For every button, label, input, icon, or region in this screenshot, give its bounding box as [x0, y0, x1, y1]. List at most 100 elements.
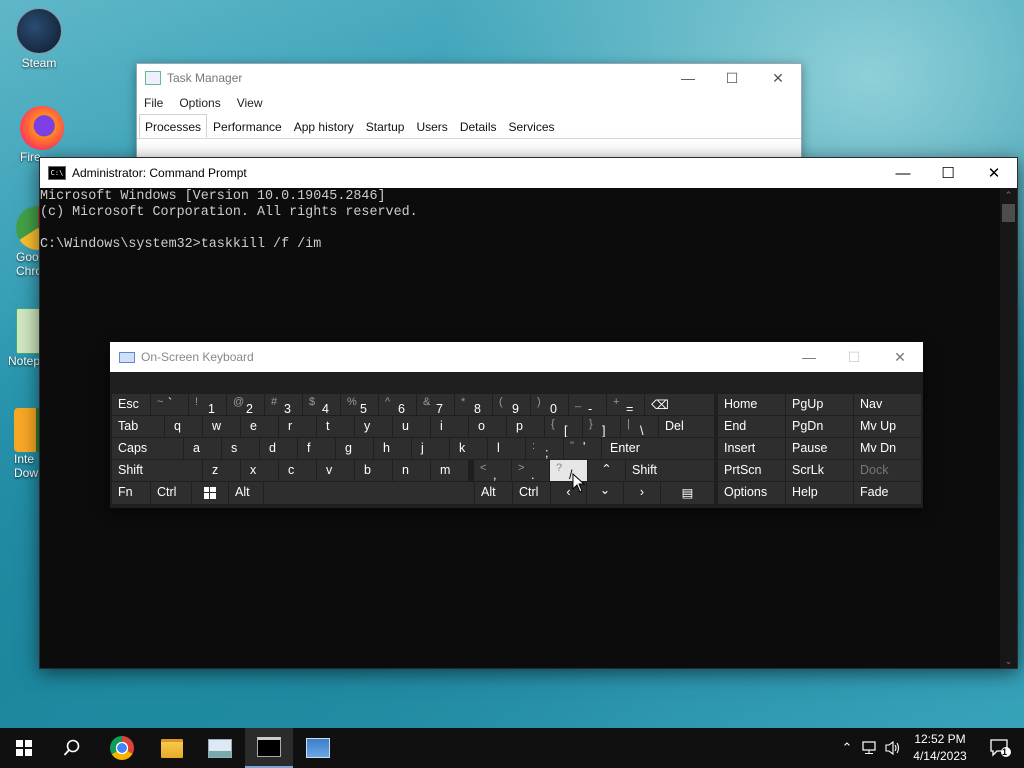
key-arrow-up[interactable]: ⌃	[588, 460, 625, 481]
key-insert[interactable]: Insert	[718, 438, 785, 459]
key-b[interactable]: b	[355, 460, 392, 481]
key-y[interactable]: y	[355, 416, 392, 437]
key-menu[interactable]: ▤	[661, 482, 714, 504]
key-n[interactable]: n	[393, 460, 430, 481]
minimize-button[interactable]: —	[786, 342, 832, 372]
action-center-button[interactable]: 1	[976, 728, 1024, 768]
volume-icon[interactable]	[884, 740, 902, 756]
key-mv-up[interactable]: Mv Up	[854, 416, 921, 437]
search-button[interactable]	[48, 728, 96, 768]
key-semicolon[interactable]: :;	[526, 438, 563, 459]
key-ctrl-right[interactable]: Ctrl	[513, 482, 550, 504]
command-prompt-titlebar[interactable]: C:\ Administrator: Command Prompt	[40, 158, 1017, 188]
key-2[interactable]: @2	[227, 394, 264, 415]
key-p[interactable]: p	[507, 416, 544, 437]
key-8[interactable]: * 8	[455, 394, 492, 415]
maximize-button[interactable]: ☐	[709, 64, 755, 92]
close-button[interactable]: ✕	[755, 64, 801, 92]
key-m[interactable]: m	[431, 460, 468, 481]
key-r[interactable]: r	[279, 416, 316, 437]
key-right-bracket[interactable]: }]	[583, 416, 620, 437]
console-prompt-line[interactable]: C:\Windows\system32>taskkill /f /im	[40, 237, 1000, 253]
key-fade[interactable]: Fade	[854, 482, 921, 504]
key-prtscn[interactable]: PrtScn	[718, 460, 785, 481]
key-0[interactable]: ) 0	[531, 394, 568, 415]
key-caps[interactable]: Caps	[112, 438, 183, 459]
key-i[interactable]: i	[431, 416, 468, 437]
key-w[interactable]: w	[203, 416, 240, 437]
key-ctrl-left[interactable]: Ctrl	[151, 482, 191, 504]
taskbar-task-manager[interactable]	[196, 728, 244, 768]
key-comma[interactable]: <,	[474, 460, 511, 481]
taskbar-chrome[interactable]	[98, 728, 146, 768]
key-backspace[interactable]: ⌫	[645, 394, 714, 415]
tab-users[interactable]: Users	[410, 114, 453, 138]
task-manager-window[interactable]: Task Manager — ☐ ✕ File Options View Pro…	[136, 63, 802, 165]
chevron-up-icon[interactable]: ⌃	[838, 740, 856, 756]
scroll-down-icon[interactable]: ⌄	[1000, 654, 1017, 668]
menu-options[interactable]: Options	[179, 96, 220, 110]
key-z[interactable]: z	[203, 460, 240, 481]
key-pgdn[interactable]: PgDn	[786, 416, 853, 437]
key-shift-left[interactable]: Shift	[112, 460, 202, 481]
key-options[interactable]: Options	[718, 482, 785, 504]
key-nav[interactable]: Nav	[854, 394, 921, 415]
tab-performance[interactable]: Performance	[207, 114, 288, 138]
key-quote[interactable]: " '	[564, 438, 601, 459]
key-o[interactable]: o	[469, 416, 506, 437]
key-left-bracket[interactable]: {[	[545, 416, 582, 437]
key-fn[interactable]: Fn	[112, 482, 150, 504]
key-mv-dn[interactable]: Mv Dn	[854, 438, 921, 459]
key-3[interactable]: #3	[265, 394, 302, 415]
key-esc[interactable]: Esc	[112, 394, 150, 415]
start-button[interactable]	[0, 728, 48, 768]
key-arrow-down[interactable]: ⌄	[587, 482, 623, 504]
key-backslash[interactable]: | \	[621, 416, 658, 437]
key-j[interactable]: j	[412, 438, 449, 459]
minimize-button[interactable]: —	[880, 158, 926, 188]
key-6[interactable]: ^ 6	[379, 394, 416, 415]
key-h[interactable]: h	[374, 438, 411, 459]
scrollbar-thumb[interactable]	[1002, 204, 1015, 222]
desktop-icon-notepad[interactable]: Notep	[8, 308, 42, 368]
key-windows[interactable]	[192, 482, 228, 504]
key-9[interactable]: (9	[493, 394, 530, 415]
key-shift-right[interactable]: Shift	[626, 460, 714, 481]
console-scrollbar[interactable]: ⌃ ⌄	[1000, 188, 1017, 668]
desktop-icon-firefox[interactable]: Fire	[20, 106, 80, 164]
tab-services[interactable]: Services	[503, 114, 561, 138]
taskbar-file-explorer[interactable]	[148, 728, 196, 768]
scroll-up-icon[interactable]: ⌃	[1000, 188, 1017, 202]
key-a[interactable]: a	[184, 438, 221, 459]
taskbar-on-screen-keyboard[interactable]	[294, 728, 342, 768]
key-e[interactable]: e	[241, 416, 278, 437]
minimize-button[interactable]: —	[665, 64, 711, 92]
key-tab[interactable]: Tab	[112, 416, 164, 437]
key-u[interactable]: u	[393, 416, 430, 437]
tab-startup[interactable]: Startup	[360, 114, 411, 138]
key-minus[interactable]: _ -	[569, 394, 606, 415]
tab-processes[interactable]: Processes	[139, 114, 208, 138]
key-backtick[interactable]: ~ `	[151, 394, 188, 415]
key-enter[interactable]: Enter	[602, 438, 714, 459]
key-c[interactable]: c	[279, 460, 316, 481]
maximize-button[interactable]: ☐	[925, 158, 971, 188]
key-l[interactable]: l	[488, 438, 525, 459]
key-5[interactable]: % 5	[341, 394, 378, 415]
key-1[interactable]: ! 1	[189, 394, 226, 415]
key-space[interactable]	[264, 482, 474, 504]
network-icon[interactable]	[862, 741, 880, 755]
key-end[interactable]: End	[718, 416, 785, 437]
key-q[interactable]: q	[165, 416, 202, 437]
close-button[interactable]: ✕	[877, 342, 923, 372]
menu-view[interactable]: View	[237, 96, 263, 110]
desktop-icon-steam[interactable]: Steam	[6, 8, 72, 70]
key-v[interactable]: v	[317, 460, 354, 481]
key-arrow-right[interactable]: ›	[624, 482, 660, 504]
key-g[interactable]: g	[336, 438, 373, 459]
key-home[interactable]: Home	[718, 394, 785, 415]
key-scrlk[interactable]: ScrLk	[786, 460, 853, 481]
key-help[interactable]: Help	[786, 482, 853, 504]
key-alt-left[interactable]: Alt	[229, 482, 263, 504]
key-pause[interactable]: Pause	[786, 438, 853, 459]
